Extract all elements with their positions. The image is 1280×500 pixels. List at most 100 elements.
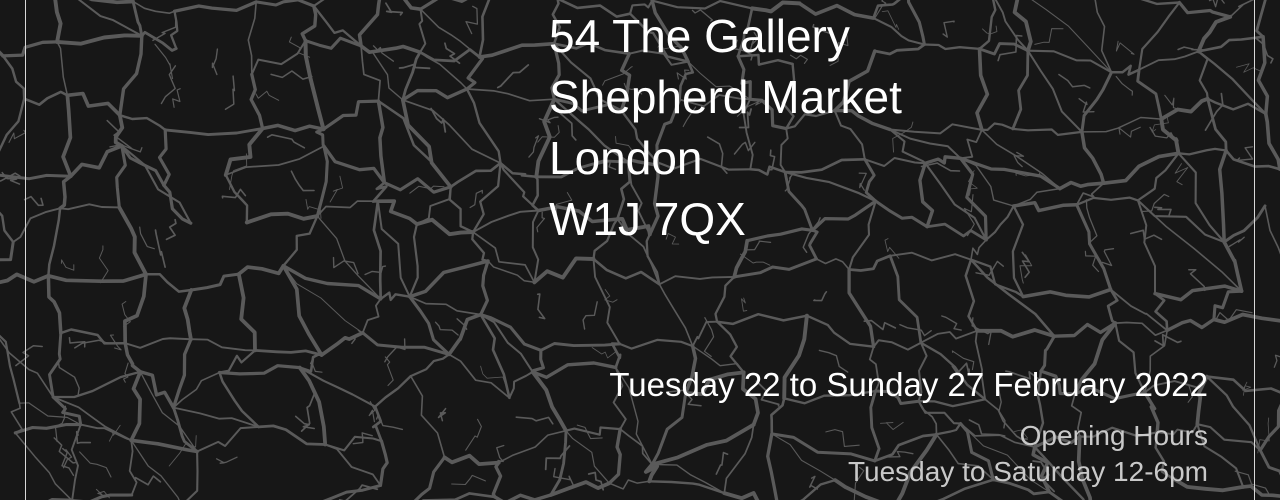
crack-line [1264, 112, 1280, 171]
crack-line [1236, 63, 1263, 73]
crack-line [260, 123, 326, 133]
crack-line [530, 369, 568, 433]
crack-line [418, 8, 427, 54]
crack-line [564, 426, 622, 436]
crack-line [360, 45, 404, 101]
crack-line [508, 370, 534, 399]
crack-line [51, 395, 83, 427]
crack-line [1236, 146, 1254, 162]
crack-line [1080, 130, 1106, 185]
frame-line-right [1254, 0, 1255, 500]
crack-line [1196, 14, 1233, 54]
crack-line [57, 361, 80, 396]
crack-line [442, 453, 501, 466]
crack-line [1256, 35, 1270, 116]
crack-line [300, 4, 318, 43]
crack-line [371, 181, 388, 203]
crack-line [134, 475, 162, 486]
crack-line [1026, 49, 1083, 133]
crack-line [1234, 470, 1270, 495]
crack-line [117, 205, 148, 277]
crack-line [1011, 204, 1025, 298]
crack-line [15, 345, 43, 367]
crack-line [408, 223, 419, 298]
crack-line [496, 64, 530, 89]
crack-line [985, 204, 1015, 241]
crack-line [321, 99, 380, 131]
crack-line [1012, 0, 1033, 53]
crack-line [478, 0, 491, 59]
opening-hours: Opening Hours Tuesday to Saturday 12-6pm [848, 418, 1208, 490]
crack-line [465, 55, 485, 91]
crack-line [154, 229, 166, 268]
crack-line [607, 427, 622, 485]
crack-line [499, 161, 538, 179]
crack-line [918, 161, 935, 229]
crack-line [889, 251, 972, 262]
crack-line [1258, 448, 1280, 476]
crack-line [493, 493, 553, 500]
crack-line [1140, 0, 1181, 6]
crack-line [1224, 149, 1280, 171]
crack-line [805, 314, 875, 348]
crack-line [186, 450, 199, 500]
crack-line [434, 321, 459, 336]
crack-line [1255, 0, 1267, 39]
crack-line [144, 273, 193, 293]
crack-line [1011, 49, 1030, 131]
crack-line [451, 474, 486, 486]
crack-line [942, 20, 955, 38]
crack-line [465, 5, 479, 35]
crack-line [496, 444, 505, 463]
crack-line [329, 175, 344, 203]
crack-line [60, 259, 75, 271]
crack-line [236, 272, 257, 353]
crack-line [249, 72, 265, 131]
crack-line [658, 283, 694, 347]
crack-line [68, 336, 86, 348]
crack-line [923, 43, 981, 51]
crack-line [536, 211, 546, 233]
crack-line [250, 39, 307, 76]
crack-line [1021, 287, 1113, 299]
crack-line [1034, 28, 1064, 45]
crack-line [324, 443, 382, 487]
crack-line [376, 99, 387, 185]
crack-line [515, 416, 554, 425]
crack-line [253, 349, 323, 357]
crack-line [1058, 180, 1106, 191]
crack-line [129, 369, 143, 443]
crack-line [88, 0, 135, 5]
crack-line [244, 211, 320, 225]
crack-line [224, 145, 325, 176]
crack-line [1136, 152, 1180, 202]
crack-line [1222, 204, 1267, 244]
crack-line [565, 430, 610, 484]
crack-line [408, 295, 451, 356]
crack-line [22, 90, 69, 106]
crack-line [1258, 403, 1280, 452]
crack-line [889, 123, 983, 135]
crack-line [12, 207, 62, 243]
crack-line [413, 455, 447, 500]
crack-line [224, 75, 236, 111]
crack-line [1177, 147, 1228, 156]
crack-line [487, 260, 536, 284]
crack-line [1136, 68, 1163, 121]
crack-line [123, 272, 148, 346]
crack-line [531, 348, 545, 374]
opening-hours-weekdays: Tuesday to Saturday 12-6pm [847, 456, 1208, 487]
crack-line [531, 209, 540, 284]
crack-line [872, 339, 922, 351]
crack-line [52, 396, 133, 442]
crack-line [315, 127, 326, 148]
crack-line [53, 0, 63, 44]
crack-line [118, 114, 167, 132]
crack-line [479, 259, 490, 317]
crack-line [643, 462, 660, 484]
crack-line [592, 257, 661, 286]
crack-line [247, 1, 257, 76]
crack-line [447, 312, 483, 357]
crack-line [448, 185, 475, 234]
crack-line [384, 338, 406, 363]
